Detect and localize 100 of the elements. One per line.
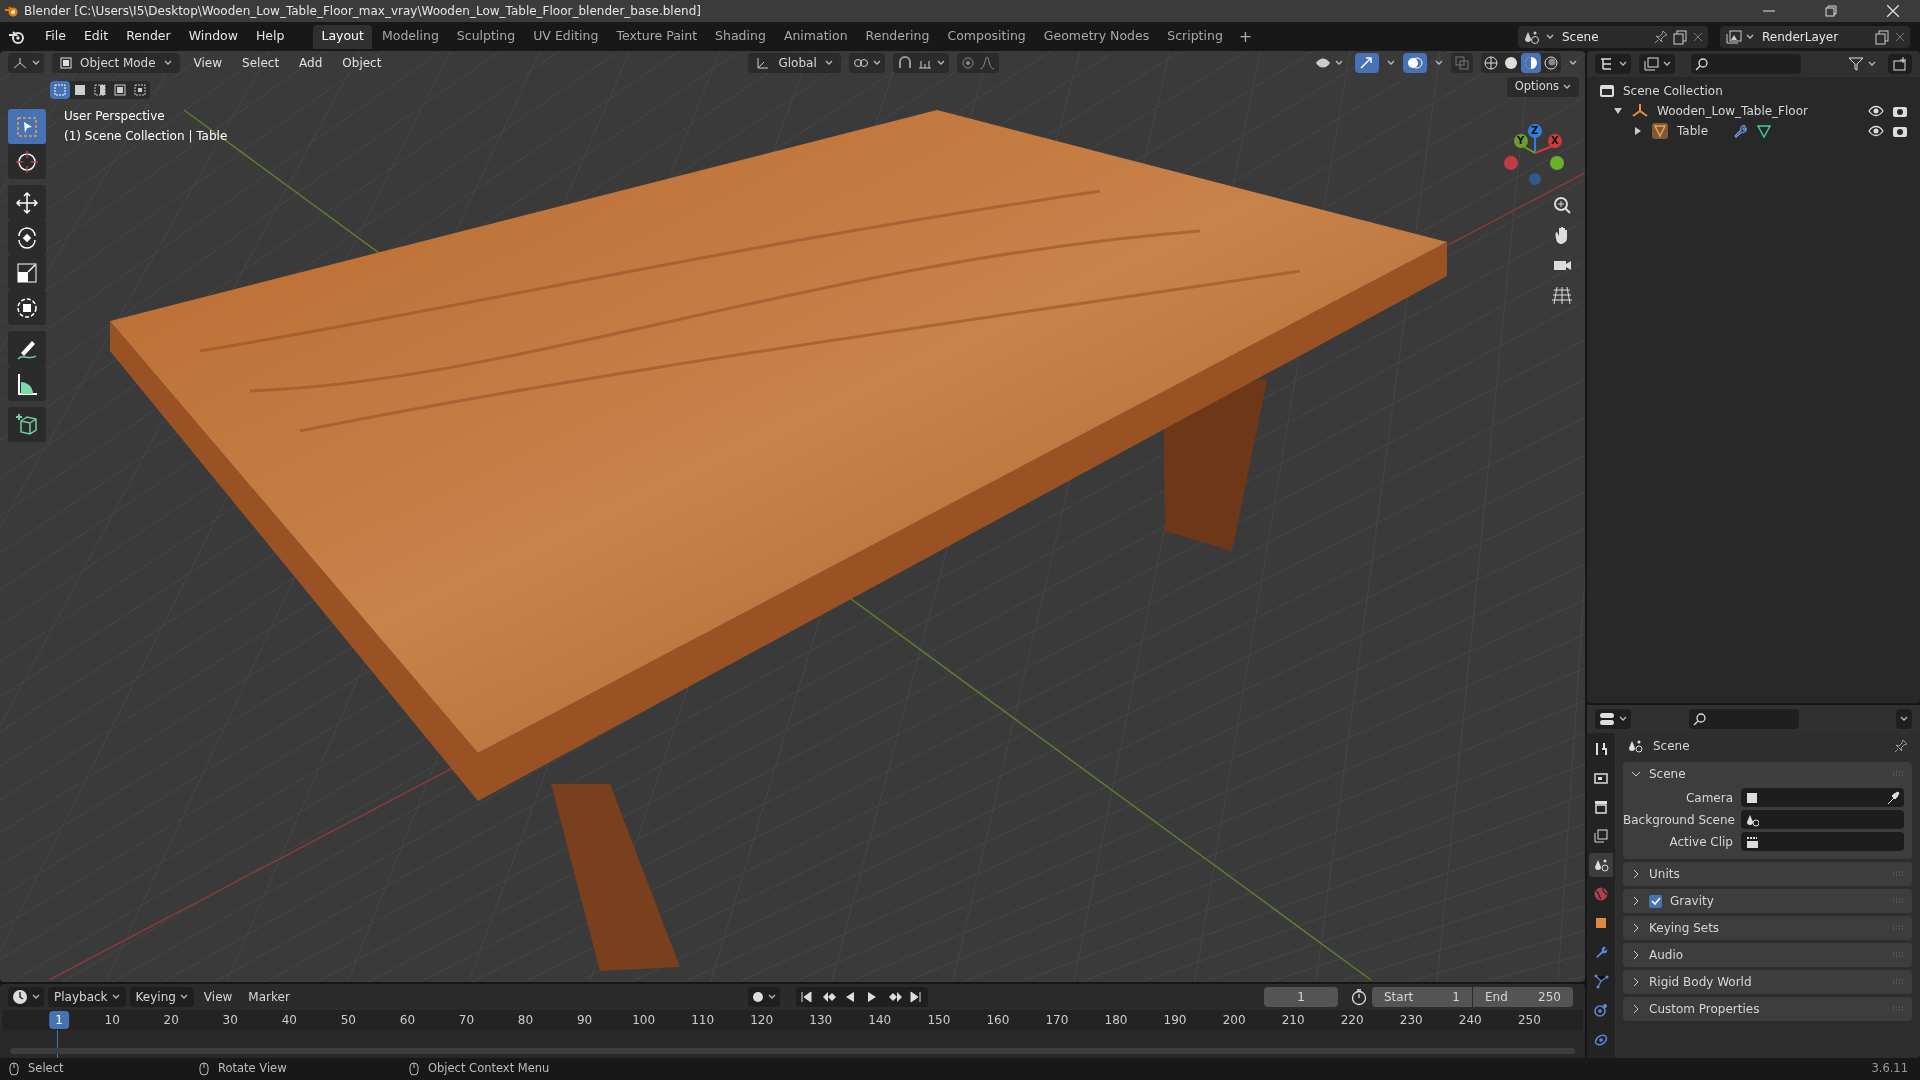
tool-button[interactable] (8, 185, 46, 220)
workspace-tab[interactable]: Shading (707, 24, 774, 49)
editor-type-button[interactable] (8, 987, 44, 1007)
frame-number: 180 (1103, 1012, 1129, 1029)
tool-button[interactable] (8, 331, 46, 366)
workspace-tab[interactable]: Layout (313, 24, 372, 49)
frame-number: 250 (1516, 1012, 1542, 1029)
dropdown-caret-icon (1900, 716, 1908, 722)
frame-number: 130 (808, 1012, 834, 1029)
workspace-tab[interactable]: Compositing (939, 24, 1034, 49)
current-frame-field[interactable]: 1 (1264, 987, 1338, 1007)
workspace-tab[interactable]: Rendering (857, 24, 938, 49)
options-button[interactable]: Options (1506, 77, 1579, 97)
select-mode-button[interactable] (50, 81, 70, 99)
workspace-tab[interactable]: UV Editing (525, 24, 607, 49)
restore-icon (1825, 5, 1837, 17)
add-workspace-button[interactable]: + (1238, 24, 1253, 49)
workspace-tab[interactable]: Modeling (373, 24, 447, 49)
menu-item[interactable]: Keying (129, 987, 194, 1007)
shading-mode-button[interactable] (1541, 53, 1561, 73)
orientation-selector[interactable]: Global (748, 53, 841, 73)
orientation-icon (756, 56, 771, 70)
new-collection-icon (1892, 56, 1908, 72)
editor-type-button[interactable] (1595, 709, 1631, 729)
outliner-item[interactable]: Scene Collection (1623, 82, 1723, 100)
scene-icon (1593, 857, 1609, 873)
scrollbar[interactable] (10, 1048, 1575, 1054)
shading-mode-button[interactable] (1521, 53, 1541, 73)
overlay-toggle-button[interactable] (1403, 53, 1427, 73)
search-icon (1693, 712, 1707, 726)
end-frame-field[interactable]: End 250 (1473, 987, 1573, 1007)
display-mode-button[interactable] (1639, 54, 1675, 74)
field-label: Start (1384, 989, 1414, 1006)
field[interactable] (1741, 810, 1904, 829)
menu-item[interactable]: Add (293, 54, 329, 72)
menu-item[interactable]: View (187, 54, 229, 72)
frame-number: 10 (103, 1012, 121, 1029)
field-label: Background Scene (1623, 811, 1733, 829)
auto-keying-button[interactable] (747, 987, 780, 1007)
checkbox[interactable] (1649, 894, 1662, 908)
snap-button[interactable] (892, 53, 949, 73)
menu-item[interactable]: Window (181, 25, 245, 48)
scene-selector[interactable]: Scene (1518, 25, 1708, 48)
search-field[interactable] (1689, 709, 1799, 729)
pivot-button[interactable] (848, 53, 885, 73)
shading-mode-button[interactable] (1481, 53, 1501, 73)
view-layer-selector[interactable]: RenderLayer (1720, 25, 1910, 48)
properties-tab[interactable] (1589, 853, 1613, 877)
close-icon (1887, 5, 1899, 17)
menu-item[interactable]: Playback (48, 987, 126, 1007)
image-stack-icon (1643, 57, 1659, 71)
menu-item[interactable]: Render (119, 25, 178, 48)
frame-number: 50 (339, 1012, 357, 1029)
wrench-icon (1732, 123, 1749, 139)
funnel-icon (1848, 57, 1864, 71)
gizmo-arrow-icon (1359, 56, 1375, 70)
drag-handle-icon (1892, 978, 1904, 986)
tool-button[interactable] (8, 290, 46, 325)
field-value: 250 (1538, 989, 1561, 1006)
menu-item[interactable]: Edit (76, 25, 116, 48)
workspace-tab[interactable]: Scripting (1159, 24, 1231, 49)
options-button[interactable] (1896, 709, 1912, 729)
frame-number: 230 (1398, 1012, 1424, 1029)
menu-item[interactable]: Select (236, 54, 286, 72)
gizmo-toggle-button[interactable] (1355, 53, 1379, 73)
new-collection-button[interactable] (1888, 54, 1912, 74)
field[interactable] (1741, 788, 1904, 807)
menu-item[interactable]: Object (336, 54, 388, 72)
workspace-tab[interactable]: Sculpting (448, 24, 524, 49)
rendered-sphere-icon (1544, 56, 1558, 70)
menu-item[interactable]: Marker (242, 987, 296, 1007)
tool-button[interactable] (8, 407, 46, 442)
image-stack-icon (1593, 828, 1609, 844)
outliner-item[interactable]: Table (1677, 122, 1709, 140)
menu-item[interactable]: Help (248, 25, 292, 48)
printer-icon (1593, 799, 1609, 815)
field[interactable] (1741, 832, 1904, 851)
jump-start-icon (798, 990, 815, 1004)
panel-header[interactable]: Scene (1649, 765, 1888, 783)
workspace-tab[interactable]: Animation (775, 24, 856, 49)
workspace-tab[interactable]: Geometry Nodes (1035, 24, 1158, 49)
solid-sphere-icon (1504, 56, 1518, 70)
outliner-item[interactable]: Wooden_Low_Table_Floor (1657, 102, 1808, 120)
frame-number: 160 (985, 1012, 1011, 1029)
frame-number: 220 (1339, 1012, 1365, 1029)
square-select-icon (93, 83, 107, 97)
workspace-tab[interactable]: Texture Paint (608, 24, 706, 49)
tool-icon (1593, 741, 1609, 757)
menu-item[interactable]: View (197, 987, 239, 1007)
mode-selector[interactable]: Object Mode (52, 53, 180, 73)
proportional-edit-button[interactable] (956, 53, 999, 73)
search-field[interactable] (1691, 54, 1801, 74)
mouse-icon (8, 1062, 20, 1076)
navigation-gizmo-icon (1503, 121, 1567, 185)
start-frame-field[interactable]: Start 1 (1372, 987, 1472, 1007)
menu-item[interactable]: File (38, 25, 73, 48)
tool-button[interactable] (8, 366, 46, 401)
editor-type-button[interactable] (1595, 54, 1631, 74)
tool-button[interactable] (8, 144, 46, 179)
zoom-icon (1551, 194, 1573, 216)
